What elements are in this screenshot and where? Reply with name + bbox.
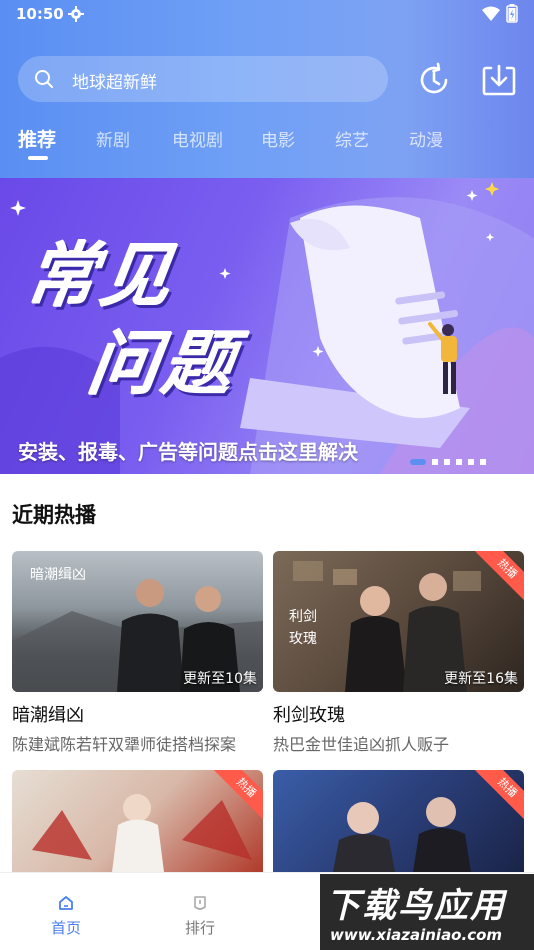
faq-banner[interactable]: 常见 问题 安装、报毒、广告等问题点击这里解决: [0, 178, 534, 474]
category-tabs: 推荐 新剧 电视剧 电影 综艺 动漫: [0, 120, 534, 164]
search-icon: [35, 70, 53, 88]
show-title: 利剑玫瑰: [273, 705, 345, 726]
update-status: 更新至16集: [444, 671, 518, 687]
banner-title-line2: 问题: [83, 323, 243, 405]
banner-title-line1: 常见: [21, 235, 181, 317]
show-poster: 暗潮缉凶 更新至10集: [12, 551, 263, 692]
battery-icon: [506, 4, 518, 23]
status-time: 10:50: [16, 5, 64, 23]
search-placeholder: 地球超新鲜: [72, 73, 157, 93]
home-icon: [59, 896, 73, 910]
wifi-icon: [482, 6, 500, 21]
watermark-logo: 下载鸟应用 www.xiazainiao.com: [320, 874, 534, 950]
tab-movies[interactable]: 电影: [261, 126, 295, 151]
active-tab-indicator: [28, 156, 48, 160]
header: 10:50 地球超新鲜 推荐 新剧 电视剧 电影 综艺 动漫: [0, 0, 534, 178]
nav-ranking-label: 排行: [184, 919, 215, 937]
show-poster: 热播: [273, 770, 524, 872]
pagination-dot[interactable]: [480, 459, 486, 465]
show-title: 暗潮缉凶: [12, 705, 84, 726]
nav-home[interactable]: 首页: [36, 883, 96, 938]
ranking-icon: [194, 896, 206, 910]
poster-art: [32, 794, 252, 872]
watermark-url: www.xiazainiao.com: [330, 926, 503, 944]
section-title: 近期热播: [12, 503, 96, 527]
show-poster: 热播: [12, 770, 263, 872]
watermark-title: 下载鸟应用: [326, 886, 506, 926]
poster-art: [333, 797, 471, 872]
tab-tv-series[interactable]: 电视剧: [172, 126, 223, 151]
svg-text:暗潮缉凶: 暗潮缉凶: [30, 567, 86, 583]
download-icon[interactable]: [481, 62, 517, 98]
tab-recommended[interactable]: 推荐: [18, 125, 56, 152]
pagination-dot[interactable]: [456, 459, 462, 465]
pagination-dot[interactable]: [410, 459, 426, 465]
pagination-dot[interactable]: [468, 459, 474, 465]
banner-caption: 安装、报毒、广告等问题点击这里解决: [18, 440, 358, 464]
tab-anime[interactable]: 动漫: [409, 126, 443, 151]
status-bar: 10:50: [0, 0, 534, 30]
svg-text:玫瑰: 玫瑰: [289, 631, 317, 647]
show-description: 陈建斌陈若轩双犟师徒搭档探案: [12, 735, 237, 754]
search-input[interactable]: 地球超新鲜: [18, 56, 388, 102]
nav-home-label: 首页: [50, 919, 81, 937]
settings-gear-icon: [68, 6, 84, 22]
svg-text:利剑: 利剑: [289, 609, 317, 625]
pagination-dot[interactable]: [444, 459, 450, 465]
pagination-dot[interactable]: [432, 459, 438, 465]
tab-variety[interactable]: 综艺: [335, 126, 369, 151]
show-poster: 利剑 玫瑰 热播 更新至16集: [273, 551, 524, 692]
tab-new-drama[interactable]: 新剧: [96, 126, 130, 151]
nav-ranking[interactable]: 排行: [170, 883, 230, 938]
show-description: 热巴金世佳追凶抓人贩子: [273, 735, 450, 754]
update-status: 更新至10集: [183, 671, 257, 687]
history-icon[interactable]: [416, 62, 452, 98]
